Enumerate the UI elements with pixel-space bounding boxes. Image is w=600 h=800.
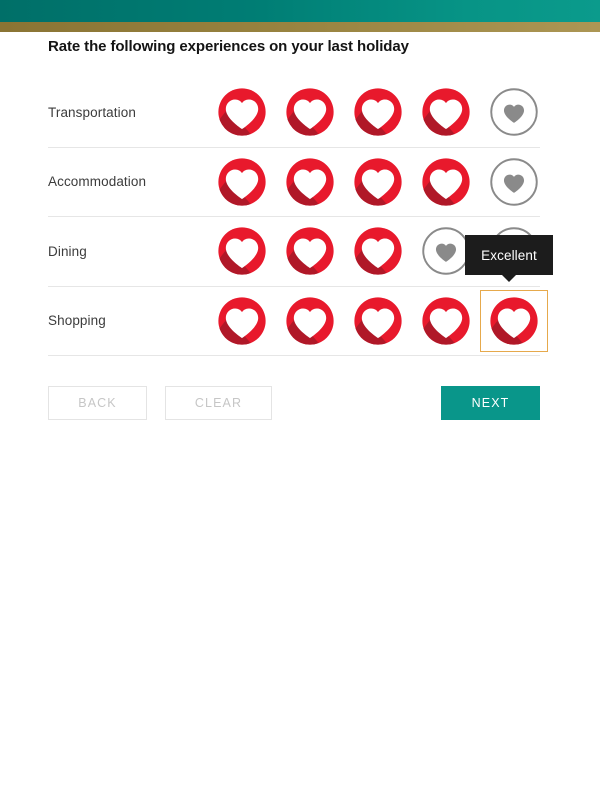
rating-matrix: Transportation Accommodation Dining Shoppin… [48,78,548,356]
rating-scale [208,81,548,143]
heart-filled-icon[interactable] [276,220,344,282]
heart-filled-icon[interactable] [412,290,480,352]
heart-filled-icon[interactable] [344,290,412,352]
heart-filled-icon[interactable] [208,290,276,352]
clear-button[interactable]: CLEAR [165,386,272,420]
heart-filled-icon[interactable] [276,151,344,213]
heart-filled-icon[interactable] [412,81,480,143]
rating-row: Accommodation [48,148,540,217]
rating-tooltip: Excellent [465,235,553,282]
heart-filled-icon[interactable] [480,289,548,352]
page-title: Rate the following experiences on your l… [48,38,409,55]
form-actions: BACK CLEAR NEXT [48,386,540,420]
heart-filled-icon[interactable] [344,151,412,213]
rating-row-label: Shopping [48,313,106,329]
rating-row: Shopping [48,287,548,356]
heart-filled-icon[interactable] [208,220,276,282]
heart-filled-icon[interactable] [276,290,344,352]
back-button[interactable]: BACK [48,386,147,420]
gold-band [0,22,600,32]
heart-filled-icon[interactable] [208,81,276,143]
heart-filled-icon[interactable] [344,220,412,282]
heart-filled-icon[interactable] [344,81,412,143]
heart-empty-icon[interactable] [480,151,548,213]
heart-empty-icon[interactable] [480,81,548,143]
rating-row-label: Transportation [48,104,136,120]
rating-row-label: Dining [48,243,87,259]
rating-row: Transportation [48,78,540,148]
tooltip-arrow [502,275,516,282]
heart-filled-icon[interactable] [412,151,480,213]
teal-band [0,0,600,22]
next-button[interactable]: NEXT [441,386,540,420]
rating-row-label: Accommodation [48,174,147,190]
rating-scale [208,289,548,352]
decorative-header-bands [0,0,600,32]
heart-filled-icon[interactable] [208,151,276,213]
tooltip-label: Excellent [481,247,537,263]
rating-scale [208,151,548,213]
heart-filled-icon[interactable] [276,81,344,143]
